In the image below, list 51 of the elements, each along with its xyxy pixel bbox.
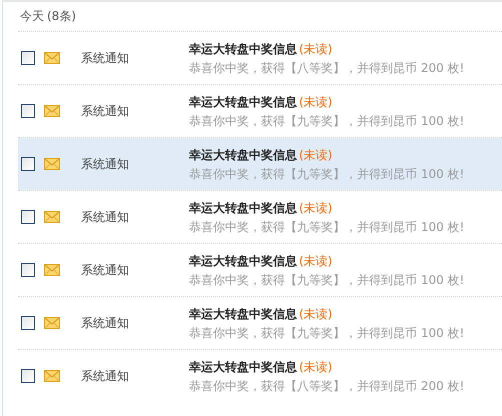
- checkbox[interactable]: [21, 51, 35, 65]
- unread-tag: (未读): [299, 148, 332, 162]
- message-title[interactable]: 幸运大转盘中奖信息: [189, 254, 297, 268]
- checkbox[interactable]: [21, 263, 35, 277]
- message-row[interactable]: 系统通知 幸运大转盘中奖信息 (未读) 恭喜你中奖，获得【九等奖】，并得到昆币 100 枚!: [18, 138, 502, 190]
- envelope-icon: [44, 211, 60, 223]
- message-title[interactable]: 幸运大转盘中奖信息: [189, 42, 297, 56]
- message-row[interactable]: 系统通知 幸运大转盘中奖信息 (未读) 恭喜你中奖，获得【九等奖】，并得到昆币 100 枚!: [18, 191, 502, 243]
- unread-tag: (未读): [299, 360, 332, 374]
- message-row[interactable]: 系统通知 幸运大转盘中奖信息 (未读) 恭喜你中奖，获得【九等奖】，并得到昆币 100 枚!: [18, 297, 502, 349]
- sender-name: 系统通知: [81, 102, 130, 120]
- unread-tag: (未读): [299, 254, 332, 268]
- checkbox[interactable]: [21, 369, 35, 383]
- envelope-icon: [44, 370, 60, 382]
- message-summary: 恭喜你中奖，获得【九等奖】，并得到昆币 100 枚!: [189, 272, 464, 286]
- group-label: 今天: [20, 8, 44, 25]
- sender-name: 系统通知: [81, 208, 130, 226]
- envelope-icon: [44, 264, 60, 276]
- message-summary: 恭喜你中奖，获得【八等奖】，并得到昆币 200 枚!: [189, 378, 464, 392]
- message-summary: 恭喜你中奖，获得【九等奖】，并得到昆币 100 枚!: [189, 166, 464, 180]
- sender-name: 系统通知: [81, 368, 130, 384]
- checkbox[interactable]: [21, 210, 35, 224]
- message-summary: 恭喜你中奖，获得【九等奖】，并得到昆币 100 枚!: [189, 326, 464, 340]
- checkbox[interactable]: [21, 316, 35, 330]
- message-title[interactable]: 幸运大转盘中奖信息: [189, 306, 297, 320]
- sender-name: 系统通知: [81, 262, 130, 278]
- envelope-icon: [44, 105, 60, 117]
- message-summary: 恭喜你中奖，获得【九等奖】，并得到昆币 100 枚!: [189, 114, 464, 128]
- message-title[interactable]: 幸运大转盘中奖信息: [189, 94, 297, 108]
- message-summary: 恭喜你中奖，获得【九等奖】，并得到昆币 100 枚!: [189, 220, 464, 234]
- message-title[interactable]: 幸运大转盘中奖信息: [189, 148, 297, 162]
- message-title[interactable]: 幸运大转盘中奖信息: [189, 200, 297, 214]
- message-summary: 恭喜你中奖，获得【八等奖】，并得到昆币 200 枚!: [189, 60, 464, 74]
- group-count: (8条): [47, 8, 76, 25]
- sender-name: 系统通知: [81, 156, 130, 172]
- message-row[interactable]: 系统通知 幸运大转盘中奖信息 (未读) 恭喜你中奖，获得【九等奖】，并得到昆币 100 枚!: [18, 244, 502, 296]
- unread-tag: (未读): [299, 42, 332, 56]
- checkbox[interactable]: [21, 157, 35, 171]
- sender-name: 系统通知: [81, 50, 130, 66]
- envelope-icon: [44, 52, 60, 64]
- message-row[interactable]: 系统通知 幸运大转盘中奖信息 (未读) 恭喜你中奖，获得【九等奖】，并得到昆币 100 枚!: [18, 85, 502, 137]
- sender-name: 系统通知: [81, 314, 130, 332]
- message-title[interactable]: 幸运大转盘中奖信息: [189, 360, 297, 374]
- envelope-icon: [44, 317, 60, 329]
- unread-tag: (未读): [299, 200, 332, 214]
- message-row[interactable]: 系统通知 幸运大转盘中奖信息 (未读) 恭喜你中奖，获得【八等奖】，并得到昆币 200 枚!: [18, 32, 502, 84]
- message-row[interactable]: 系统通知 幸运大转盘中奖信息 (未读) 恭喜你中奖，获得【八等奖】，并得到昆币 200 枚!: [18, 350, 502, 402]
- unread-tag: (未读): [299, 306, 332, 320]
- checkbox[interactable]: [21, 104, 35, 118]
- unread-tag: (未读): [299, 94, 332, 108]
- envelope-icon: [44, 158, 60, 170]
